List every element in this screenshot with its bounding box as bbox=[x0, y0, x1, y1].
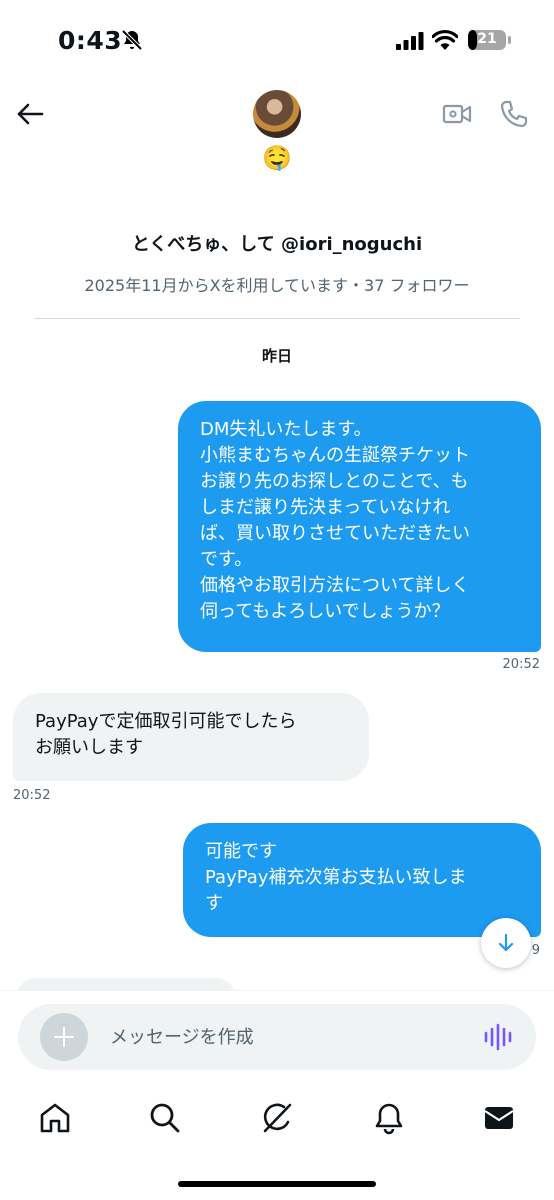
message-bubble-sent[interactable]: 可能です PayPay補充次第お支払い致しま す bbox=[183, 823, 541, 937]
back-arrow-icon[interactable] bbox=[12, 96, 48, 132]
battery-icon: 21 bbox=[468, 28, 512, 52]
message-bubble-sent[interactable]: DM失礼いたします。 小熊まむちゃんの生誕祭チケット お譲り先のお探しとのことで… bbox=[178, 401, 541, 652]
home-icon[interactable] bbox=[37, 1100, 73, 1136]
profile-meta: 2025年11月からXを利用しています・37 フォロワー bbox=[84, 276, 470, 295]
bell-off-icon bbox=[121, 29, 143, 51]
avatar[interactable] bbox=[253, 90, 301, 138]
voice-waveform-icon[interactable] bbox=[482, 1021, 514, 1053]
arrow-down-icon bbox=[498, 933, 514, 952]
cellular-signal-icon bbox=[396, 32, 424, 50]
message-timestamp: 20:52 bbox=[502, 657, 540, 672]
grok-icon[interactable] bbox=[259, 1100, 295, 1136]
message-timestamp: 20:52 bbox=[13, 788, 51, 803]
add-media-button[interactable] bbox=[40, 1013, 88, 1061]
message-bubble-received[interactable]: PayPayで定価取引可能でしたら お願いします bbox=[13, 693, 369, 781]
bottom-nav bbox=[0, 1082, 554, 1162]
message-input[interactable] bbox=[110, 1024, 450, 1050]
phone-icon[interactable] bbox=[498, 98, 530, 130]
profile-name[interactable]: とくべちゅ、して @iori_noguchi bbox=[0, 230, 554, 256]
profile-emoji: 🤤 bbox=[262, 144, 292, 172]
bell-icon[interactable] bbox=[371, 1100, 407, 1136]
date-separator: 昨日 bbox=[261, 347, 292, 365]
video-camera-icon[interactable] bbox=[442, 99, 472, 129]
home-indicator bbox=[178, 1181, 376, 1187]
status-bar: 0:43 21 bbox=[0, 0, 554, 80]
message-timestamp: 9 bbox=[531, 943, 540, 958]
plus-icon bbox=[54, 1027, 74, 1047]
scroll-to-bottom-button[interactable] bbox=[481, 918, 531, 968]
battery-level: 21 bbox=[477, 31, 497, 47]
status-time: 0:43 bbox=[58, 26, 123, 55]
divider bbox=[34, 318, 520, 319]
search-icon[interactable] bbox=[147, 1100, 183, 1136]
wifi-icon bbox=[432, 29, 458, 50]
mail-icon[interactable] bbox=[481, 1100, 517, 1136]
